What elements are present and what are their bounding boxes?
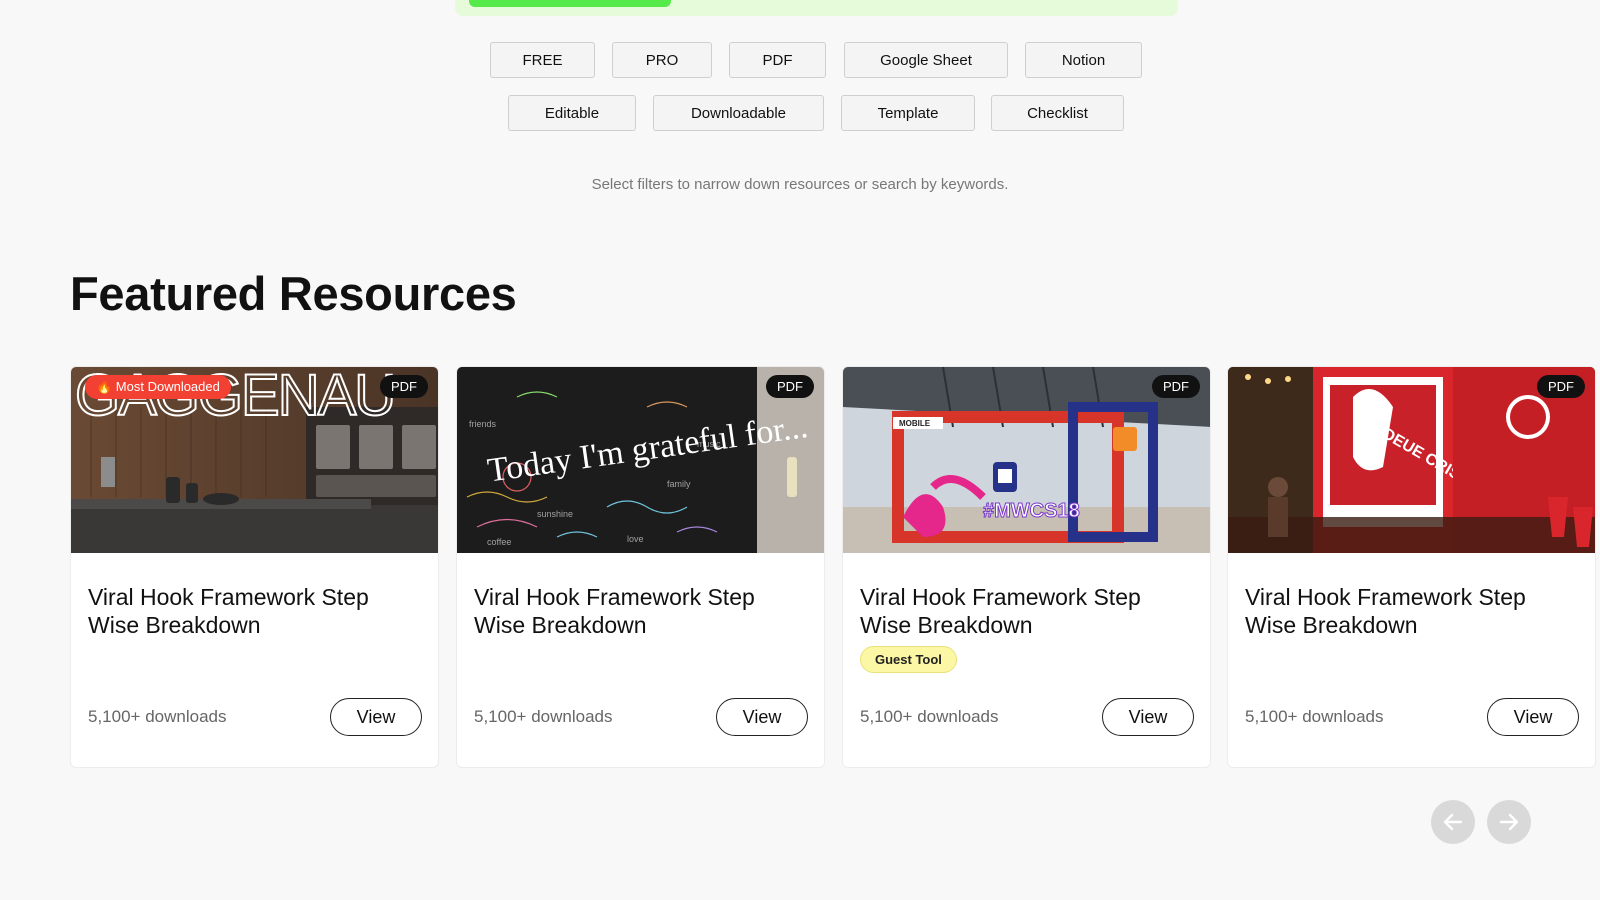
filter-chip-google-sheet[interactable]: Google Sheet xyxy=(844,42,1008,78)
download-count: 5,100+ downloads xyxy=(474,707,613,726)
pdf-badge: PDF xyxy=(1537,375,1585,398)
card-thumbnail: MOBILE #MWCS18 PDF xyxy=(843,367,1210,553)
card-thumbnail: DEUE CRISH PDF xyxy=(1228,367,1595,553)
download-count: 5,100+ downloads xyxy=(1245,707,1384,726)
arrow-left-icon xyxy=(1443,813,1463,831)
card-thumbnail: friends family sunshine music coffee love T… xyxy=(457,367,824,553)
card-thumbnail: GAGGENAU 🔥 Most Downloaded PDF xyxy=(71,367,438,553)
pdf-badge: PDF xyxy=(1152,375,1200,398)
section-title: Featured Resources xyxy=(70,267,517,320)
arrow-right-icon xyxy=(1499,813,1519,831)
view-button[interactable]: View xyxy=(716,698,808,736)
view-button[interactable]: View xyxy=(1487,698,1579,736)
filter-chip-editable[interactable]: Editable xyxy=(508,95,636,131)
resource-card[interactable]: DEUE CRISH PDF Viral Hook Framework Step… xyxy=(1227,366,1596,768)
filter-chip-downloadable[interactable]: Downloadable xyxy=(653,95,824,131)
view-button[interactable]: View xyxy=(1102,698,1194,736)
pdf-badge: PDF xyxy=(380,375,428,398)
filter-chip-template[interactable]: Template xyxy=(841,95,975,131)
svg-text:family: family xyxy=(667,479,691,489)
filter-chip-pro[interactable]: PRO xyxy=(612,42,712,78)
card-title: Viral Hook Framework Step Wise Breakdown xyxy=(860,584,1141,638)
svg-text:sunshine: sunshine xyxy=(537,509,573,519)
filter-chip-free[interactable]: FREE xyxy=(490,42,595,78)
resource-card[interactable]: MOBILE #MWCS18 PDF Viral Hook Framework … xyxy=(842,366,1211,768)
svg-text:coffee: coffee xyxy=(487,537,511,547)
carousel-prev-button[interactable] xyxy=(1431,800,1475,844)
card-title: Viral Hook Framework Step Wise Breakdown xyxy=(474,584,755,638)
filter-chip-pdf[interactable]: PDF xyxy=(729,42,826,78)
progress-fill xyxy=(469,0,671,7)
thumbnail-sign-text: MOBILE xyxy=(899,419,931,428)
guest-tool-tag: Guest Tool xyxy=(860,646,957,673)
svg-text:friends: friends xyxy=(469,419,497,429)
view-button[interactable]: View xyxy=(330,698,422,736)
card-title: Viral Hook Framework Step Wise Breakdown xyxy=(88,584,369,638)
filter-hint: Select filters to narrow down resources … xyxy=(591,176,1009,193)
card-title: Viral Hook Framework Step Wise Breakdown xyxy=(1245,584,1526,638)
thumbnail-hashtag-text: #MWCS18 xyxy=(983,500,1080,522)
progress-bar xyxy=(455,0,1178,16)
download-count: 5,100+ downloads xyxy=(88,707,227,726)
resource-card[interactable]: GAGGENAU 🔥 Most Downloaded PDF Viral Hoo… xyxy=(70,366,439,768)
filter-chip-notion[interactable]: Notion xyxy=(1025,42,1142,78)
filter-chip-checklist[interactable]: Checklist xyxy=(991,95,1124,131)
svg-text:love: love xyxy=(627,534,644,544)
resource-card[interactable]: friends family sunshine music coffee love T… xyxy=(456,366,825,768)
carousel-next-button[interactable] xyxy=(1487,800,1531,844)
pdf-badge: PDF xyxy=(766,375,814,398)
download-count: 5,100+ downloads xyxy=(860,707,999,726)
most-downloaded-badge: 🔥 Most Downloaded xyxy=(85,375,231,399)
